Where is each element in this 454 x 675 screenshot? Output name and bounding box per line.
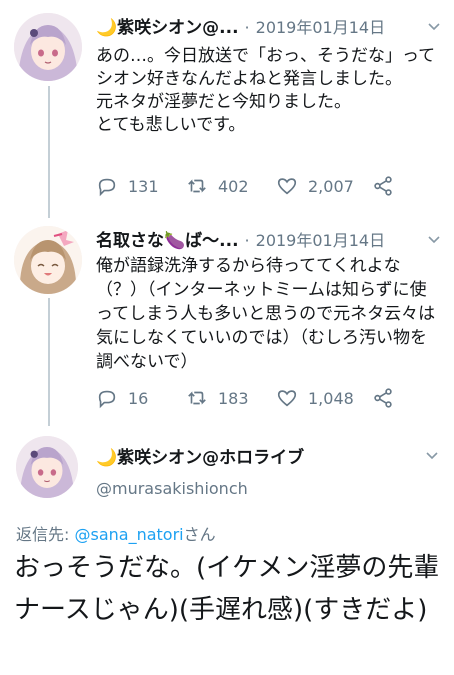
like-button[interactable]: 2,007 (276, 175, 372, 197)
reply-icon (98, 178, 116, 197)
like-button[interactable]: 1,048 (276, 387, 372, 409)
tweet-text: 俺が語録洗浄するから待っててくれよな（？）（インターネットミームは知らずに使って… (96, 256, 436, 372)
like-icon (277, 390, 297, 407)
retweet-icon (188, 179, 206, 193)
like-count: 1,048 (308, 388, 354, 408)
reply-count: 16 (128, 388, 149, 408)
author-name[interactable]: 🌙紫咲シオン@ホロライブ (96, 443, 304, 468)
like-icon (277, 178, 297, 195)
author-handle[interactable]: @murasakishionch (96, 479, 248, 498)
separator-dot: · (244, 231, 250, 250)
avatar[interactable] (14, 13, 82, 81)
reply-icon (98, 390, 116, 409)
tweet-date[interactable]: 2019年01月14日 (256, 227, 385, 251)
reply-count: 131 (128, 176, 159, 196)
retweet-count: 183 (218, 388, 249, 408)
tweet-text: あの…。今日放送で「おっ、そうだな」ってシオン好きなんだよねと発言しました。 元… (96, 46, 436, 135)
share-button[interactable] (372, 387, 404, 409)
reply-button[interactable]: 131 (96, 175, 186, 197)
share-button[interactable] (372, 175, 404, 197)
share-icon (374, 176, 392, 196)
chevron-down-icon[interactable] (424, 448, 440, 464)
like-count: 2,007 (308, 176, 354, 196)
tweet[interactable]: 🌙紫咲シオン@... · 2019年01月14日 あの…。今日放送で「おっ、そう… (0, 0, 454, 210)
reply-button[interactable]: 16 (96, 387, 186, 409)
chevron-down-icon[interactable] (426, 232, 442, 248)
main-tweet-text: おっそうだな。(イケメン淫夢の先輩ナースじゃん)(手遅れ感)(すきだよ) (14, 553, 440, 625)
tweet-date[interactable]: 2019年01月14日 (256, 14, 385, 38)
reply-context: 返信先: @sana_natoriさん (16, 521, 216, 545)
separator-dot: · (244, 18, 250, 37)
tweet[interactable]: 名取さな🍆ば〜... · 2019年01月14日 俺が語録洗浄するから待っててく… (0, 218, 454, 418)
chevron-down-icon[interactable] (426, 19, 442, 35)
retweet-icon (188, 391, 206, 405)
author-name[interactable]: 🌙紫咲シオン@... (96, 13, 239, 38)
reply-mention-link[interactable]: @sana_natori (74, 525, 183, 544)
author-name[interactable]: 名取さな🍆ば〜... (96, 226, 239, 251)
avatar[interactable] (16, 436, 78, 498)
retweet-button[interactable]: 402 (186, 175, 276, 197)
reply-prefix: 返信先: (16, 525, 75, 544)
share-icon (374, 388, 392, 408)
reply-suffix: さん (183, 525, 216, 544)
avatar[interactable] (14, 226, 82, 294)
retweet-button[interactable]: 183 (186, 387, 276, 409)
retweet-count: 402 (218, 176, 249, 196)
